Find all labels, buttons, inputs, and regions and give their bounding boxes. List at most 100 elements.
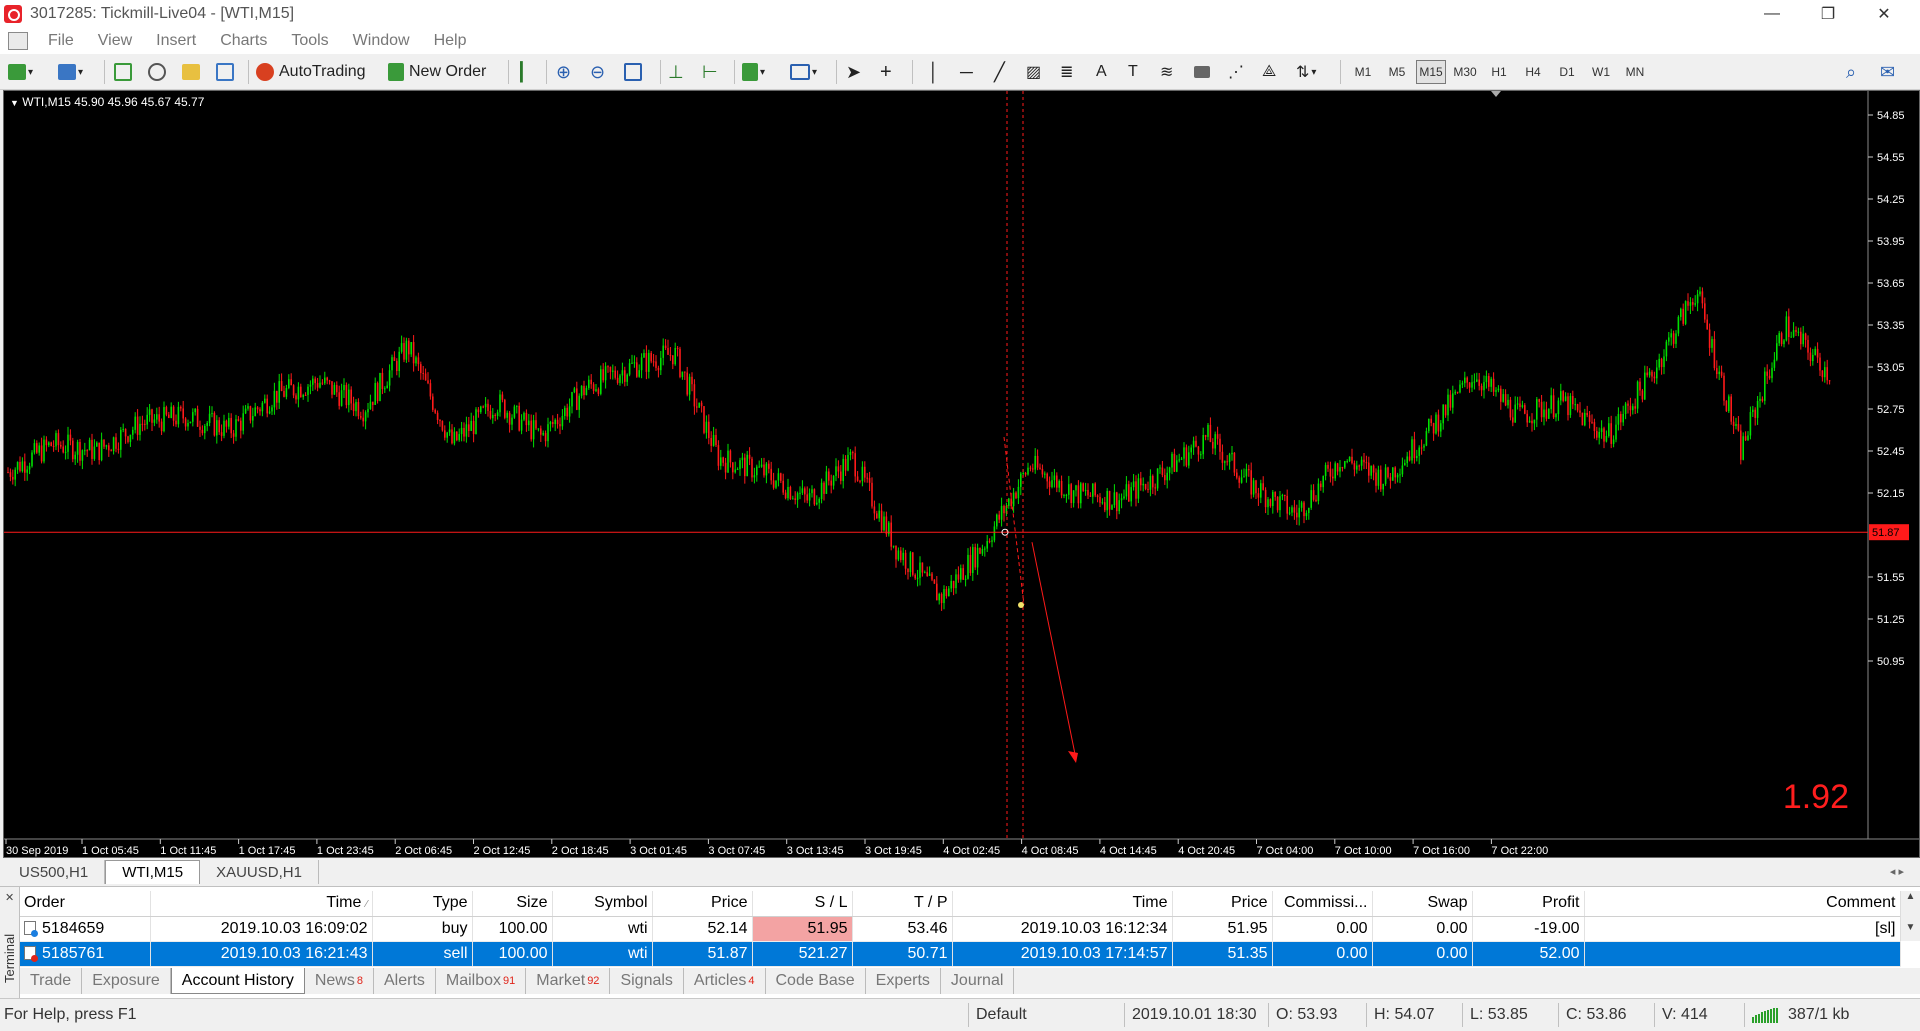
search-button[interactable]: ⌕	[1846, 59, 1856, 85]
candle-body	[900, 550, 902, 561]
col-comment[interactable]: Comment	[1584, 891, 1901, 917]
tab-market[interactable]: Market 92	[526, 968, 611, 994]
col-size[interactable]: Size	[472, 891, 553, 917]
status-profile[interactable]: Default	[976, 1006, 1027, 1024]
menu-window[interactable]: Window	[341, 32, 422, 50]
menu-file[interactable]: File	[36, 32, 86, 50]
timeframe-h4[interactable]: H4	[1518, 60, 1548, 84]
text-button[interactable]: A	[1096, 59, 1107, 85]
price-chart[interactable]: 54.85 54.55 54.25 53.95 53.65 53.35 53.05 52.75…	[3, 90, 1920, 858]
zoom-out-button[interactable]: ⊖	[590, 59, 605, 85]
indicators-button[interactable]: ▾	[742, 59, 765, 85]
templates-button[interactable]: ▾	[790, 59, 817, 85]
gann-button[interactable]: ⋰	[1228, 59, 1244, 85]
candle-body	[158, 414, 160, 422]
tab-exposure[interactable]: Exposure	[82, 968, 171, 994]
cursor-button[interactable]: ➤	[846, 59, 861, 85]
terminal-close-icon[interactable]: ✕	[5, 891, 14, 904]
scroll-up-icon[interactable]: ▲	[1901, 891, 1920, 902]
col-symbol[interactable]: Symbol	[552, 891, 653, 917]
crosshair-button[interactable]: +	[880, 59, 892, 85]
text-label-button[interactable]: T	[1128, 59, 1138, 85]
timeframe-m30[interactable]: M30	[1450, 60, 1480, 84]
menu-tools[interactable]: Tools	[279, 32, 340, 50]
tab-experts[interactable]: Experts	[866, 968, 941, 994]
tab-news[interactable]: News 8	[305, 968, 374, 994]
new-chart-button[interactable]: ▾	[8, 59, 33, 85]
tab-trade[interactable]: Trade	[20, 968, 83, 994]
chart-shift-button[interactable]: ⊥	[668, 59, 684, 85]
col-tp[interactable]: T / P	[852, 891, 953, 917]
timeframe-m15[interactable]: M15	[1416, 60, 1446, 84]
timeframe-h1[interactable]: H1	[1484, 60, 1514, 84]
minimize-button[interactable]: —	[1744, 0, 1800, 28]
chart-tab-xauusd[interactable]: XAUUSD,H1	[200, 860, 319, 884]
col-profit[interactable]: Profit	[1472, 891, 1585, 917]
restore-button[interactable]: ❐	[1800, 0, 1856, 28]
chart-tab-wti[interactable]: WTI,M15	[105, 860, 201, 884]
col-close-time[interactable]: Time	[952, 891, 1173, 917]
menu-insert[interactable]: Insert	[144, 32, 208, 50]
channel-button[interactable]: ▨	[1026, 59, 1041, 85]
timeframe-w1[interactable]: W1	[1586, 60, 1616, 84]
tab-articles[interactable]: Articles 4	[684, 968, 766, 994]
candle-body	[532, 420, 535, 440]
tab-alerts[interactable]: Alerts	[374, 968, 436, 994]
timeframe-m1[interactable]: M1	[1348, 60, 1378, 84]
col-close-price[interactable]: Price	[1172, 891, 1273, 917]
table-scrollbar[interactable]: ▲ ▼	[1900, 891, 1920, 941]
table-row[interactable]: 5184659 2019.10.03 16:09:02 buy 100.00 w…	[20, 916, 1901, 942]
chart-canvas[interactable]: 54.85 54.55 54.25 53.95 53.65 53.35 53.05 52.75…	[4, 91, 1919, 857]
col-commission[interactable]: Commissi...	[1272, 891, 1373, 917]
profiles-button[interactable]: ▾	[58, 59, 83, 85]
fibonacci-button[interactable]: ≣	[1060, 59, 1073, 85]
timeframe-m5[interactable]: M5	[1382, 60, 1412, 84]
candlesticks-button[interactable]: ┃	[516, 59, 527, 85]
tile-windows-button[interactable]	[624, 59, 642, 85]
tab-scroll-arrows-icon[interactable]: ◂ ▸	[1890, 865, 1904, 884]
andrews-pitchfork-button[interactable]: ⟁	[1262, 59, 1276, 85]
col-swap[interactable]: Swap	[1372, 891, 1473, 917]
vertical-line-button[interactable]: │	[928, 59, 939, 85]
col-open-time[interactable]: Time ⁄	[150, 891, 373, 917]
data-window-button[interactable]	[148, 59, 166, 85]
autoscroll-button[interactable]: ⊢	[702, 59, 718, 85]
autotrading-button[interactable]: AutoTrading	[256, 59, 366, 85]
navigator-button[interactable]	[182, 59, 200, 85]
tab-mailbox[interactable]: Mailbox 91	[436, 968, 527, 994]
arrows-button[interactable]: ⇅ ▾	[1296, 59, 1316, 85]
chart-tab-us500[interactable]: US500,H1	[3, 860, 106, 884]
zoom-in-button[interactable]: ⊕	[556, 59, 571, 85]
market-watch-button[interactable]	[114, 59, 132, 85]
col-sl[interactable]: S / L	[752, 891, 853, 917]
tab-code-base[interactable]: Code Base	[766, 968, 866, 994]
col-order[interactable]: Order	[20, 891, 151, 917]
new-order-icon	[388, 63, 404, 81]
menu-view[interactable]: View	[86, 32, 144, 50]
menu-charts[interactable]: Charts	[208, 32, 279, 50]
trendline-button[interactable]: ╱	[994, 59, 1005, 85]
timeframe-d1[interactable]: D1	[1552, 60, 1582, 84]
col-price[interactable]: Price	[652, 891, 753, 917]
chart-window-icon[interactable]	[8, 32, 28, 50]
scroll-down-icon[interactable]: ▼	[1901, 922, 1920, 933]
table-row[interactable]: 5185761 2019.10.03 16:21:43 sell 100.00 …	[20, 941, 1901, 967]
timeframe-mn[interactable]: MN	[1620, 60, 1650, 84]
candle-body	[770, 468, 772, 481]
tab-articles-label: Articles	[693, 972, 747, 989]
horizontal-line-button[interactable]: ─	[960, 59, 973, 85]
col-type[interactable]: Type	[372, 891, 473, 917]
tab-journal[interactable]: Journal	[941, 968, 1015, 994]
candle-body	[1713, 339, 1716, 369]
rectangle-button[interactable]	[1194, 59, 1210, 85]
tab-signals[interactable]: Signals	[610, 968, 684, 994]
menu-help[interactable]: Help	[422, 32, 479, 50]
candle-body	[1356, 465, 1358, 470]
candle-body	[328, 380, 331, 382]
chat-button[interactable]: ✉	[1880, 59, 1895, 85]
new-order-button[interactable]: New Order	[388, 59, 486, 85]
tab-account-history[interactable]: Account History	[170, 968, 305, 994]
terminal-button[interactable]	[216, 59, 234, 85]
fibo-fan-button[interactable]: ≋	[1160, 59, 1173, 85]
close-button[interactable]: ✕	[1856, 0, 1912, 28]
